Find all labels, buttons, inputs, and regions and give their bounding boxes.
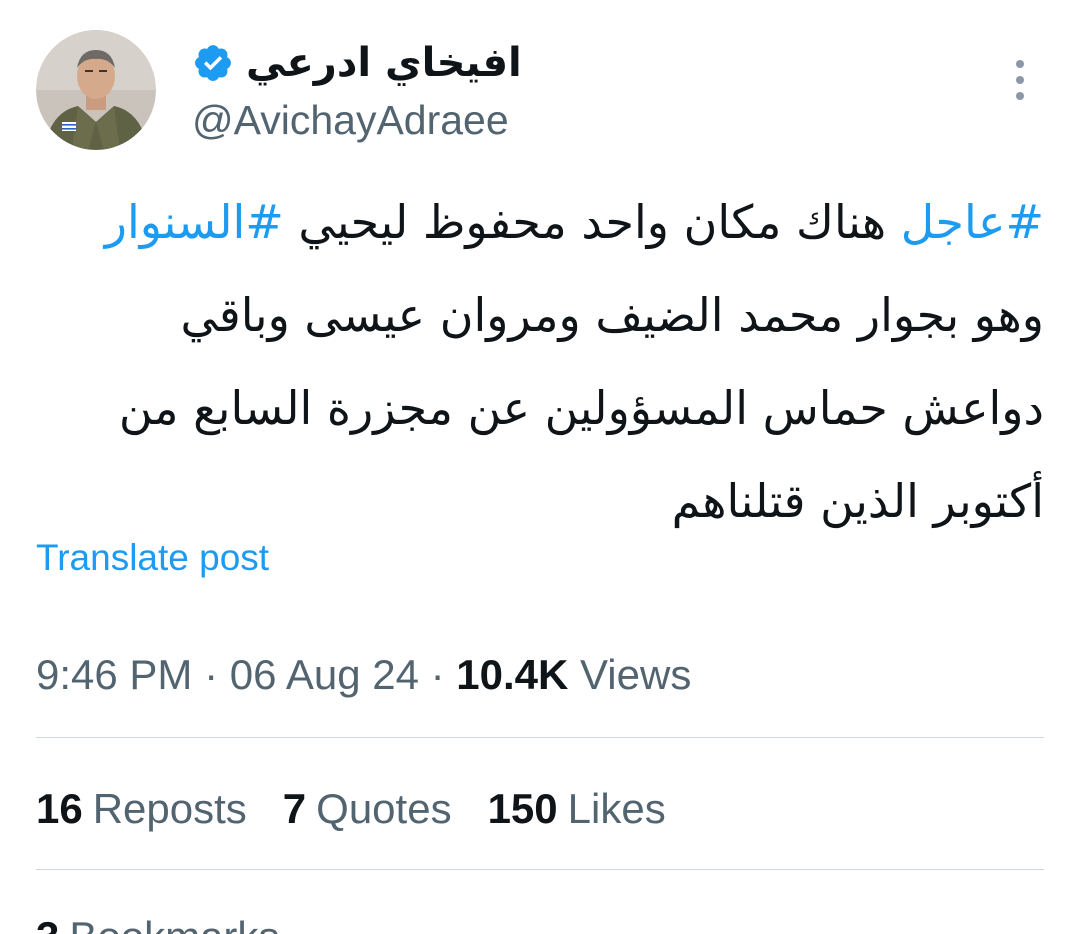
more-vertical-icon[interactable] <box>1006 58 1034 102</box>
hashtag-link[interactable]: #عاجل <box>901 195 1044 249</box>
meta-separator: · <box>430 651 445 698</box>
tweet-line: وهو بجوار محمد الضيف ومروان عيسى وباقي <box>180 288 1044 342</box>
quotes-label: Quotes <box>316 785 452 832</box>
avatar[interactable] <box>36 30 156 150</box>
tweet-line-text: هناك مكان واحد محفوظ ليحيي <box>283 195 901 249</box>
quotes-count: 7 <box>282 785 307 832</box>
tweet-line: دواعش حماس المسؤولين عن مجزرة السابع من <box>118 381 1044 435</box>
quotes-stat[interactable]: 7 Quotes <box>283 782 452 836</box>
user-handle[interactable]: @AvichayAdraee <box>192 92 509 148</box>
user-avatar-icon <box>36 30 156 150</box>
divider <box>36 869 1044 870</box>
likes-stat[interactable]: 150 Likes <box>488 782 666 836</box>
reposts-count: 16 <box>36 785 83 832</box>
display-name-row[interactable]: افيخاي ادرعي <box>192 38 522 88</box>
tweet-meta: 9:46 PM · 06 Aug 24 · 10.4K Views <box>36 648 691 702</box>
tweet-detail: افيخاي ادرعي @AvichayAdraee #عاجل هناك م… <box>0 0 1080 934</box>
translate-post-link[interactable]: Translate post <box>36 534 269 582</box>
hashtag-link[interactable]: #السنوار <box>105 195 284 249</box>
meta-separator: · <box>204 651 219 698</box>
views-count: 10.4K <box>456 651 569 698</box>
display-name[interactable]: افيخاي ادرعي <box>246 38 522 88</box>
bookmarks-label: Bookmarks <box>69 913 279 934</box>
likes-label: Likes <box>567 785 666 832</box>
verified-badge-icon <box>195 45 231 81</box>
views-label: Views <box>580 651 692 698</box>
tweet-date[interactable]: 06 Aug 24 <box>230 651 419 698</box>
likes-count: 150 <box>487 785 558 832</box>
tweet-line: #عاجل هناك مكان واحد محفوظ ليحيي #السنوا… <box>36 176 1044 269</box>
reposts-stat[interactable]: 16 Reposts <box>36 782 247 836</box>
divider <box>36 737 1044 738</box>
bookmarks-count: 3 <box>36 913 59 934</box>
tweet-time[interactable]: 9:46 PM <box>36 651 192 698</box>
bookmarks-stat[interactable]: 3 Bookmarks <box>36 910 279 934</box>
reposts-label: Reposts <box>92 785 247 832</box>
tweet-text: #عاجل هناك مكان واحد محفوظ ليحيي #السنوا… <box>36 176 1044 548</box>
engagement-stats: 16 Reposts 7 Quotes 150 Likes <box>36 782 666 836</box>
